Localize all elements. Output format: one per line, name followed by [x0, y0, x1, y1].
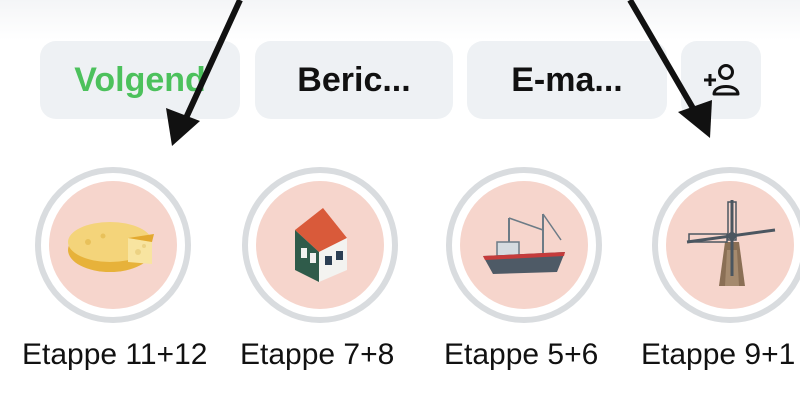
- boat-icon: [483, 213, 565, 274]
- highlight-label: Etappe 9+1: [641, 338, 796, 371]
- cheese-icon: [68, 222, 154, 272]
- highlight-cover: [49, 181, 177, 309]
- house-icon: [295, 208, 347, 282]
- highlight-cover: [666, 181, 794, 309]
- highlight-cover: [256, 181, 384, 309]
- highlight-label: Etappe 7+8: [240, 338, 395, 371]
- highlight-ring[interactable]: [652, 167, 800, 323]
- add-person-icon: [704, 64, 740, 96]
- message-button[interactable]: Beric...: [255, 41, 453, 119]
- highlight-ring[interactable]: [446, 167, 602, 323]
- add-person-button[interactable]: [681, 41, 761, 119]
- top-strip: [0, 0, 800, 40]
- highlight-cover: [460, 181, 588, 309]
- highlight-label: Etappe 5+6: [444, 338, 599, 371]
- email-button[interactable]: E-ma...: [467, 41, 667, 119]
- highlight-ring[interactable]: [242, 167, 398, 323]
- highlight-label: Etappe 11+12: [22, 338, 208, 371]
- windmill-icon: [686, 200, 776, 286]
- follow-button[interactable]: Volgend: [40, 41, 240, 119]
- highlight-ring[interactable]: [35, 167, 191, 323]
